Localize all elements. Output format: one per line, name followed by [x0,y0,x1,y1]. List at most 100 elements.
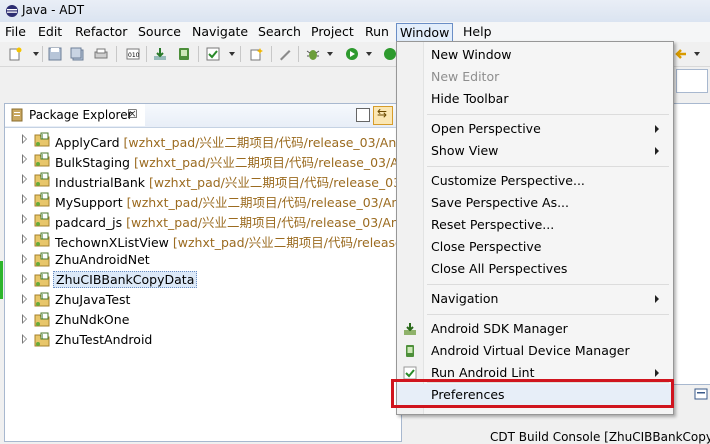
debug-dropdown-arrow[interactable] [327,52,333,56]
project-name: IndustrialBank [wzhxt_pad/兴业二期项目/代码/rele… [55,172,419,191]
tree-row-project[interactable]: J MySupport [wzhxt_pad/兴业二期项目/代码/release_… [5,190,420,210]
menu-refactor[interactable]: Refactor [72,22,130,41]
window-menu-dropdown: New Window New Editor Hide Toolbar Open … [396,41,674,415]
menu-help[interactable]: Help [460,22,495,41]
android-device-icon[interactable] [177,47,191,61]
outline-panel [672,103,710,385]
menu-window[interactable]: Window [396,23,454,42]
project-name-text: ZhuJavaTest [55,292,131,307]
project-name-text: padcard_js [55,215,123,230]
toolbar-separator [298,46,299,62]
toolbar-separator [146,46,147,62]
console-view-icon[interactable] [694,387,708,401]
run-icon[interactable] [345,47,359,61]
menu-item-close-all-perspectives[interactable]: Close All Perspectives [397,258,673,280]
navigate-back-icon[interactable] [674,47,688,61]
project-name: ZhuCIBBankCopyData [53,271,198,288]
menu-item-android-sdk-manager[interactable]: Android SDK Manager [397,318,673,340]
submenu-arrow-icon [655,125,659,133]
package-explorer-icon [11,108,23,122]
back-dropdown-arrow[interactable] [694,52,700,56]
project-name-text: TechownXListView [55,235,169,250]
new-wizard-icon[interactable] [250,47,264,61]
menu-item-label: Reset Perspective... [431,217,555,232]
project-name-text: ZhuAndroidNet [55,252,150,267]
pen-icon[interactable] [278,47,292,61]
menu-edit[interactable]: Edit [35,22,65,41]
expand-arrow-icon[interactable] [22,134,27,144]
svg-text:J: J [41,134,43,140]
menu-search[interactable]: Search [255,22,304,41]
download-icon[interactable] [153,47,167,61]
print-icon[interactable] [94,47,108,61]
menu-navigate[interactable]: Navigate [189,22,251,41]
minimize-button[interactable] [356,108,370,122]
tree-row-project[interactable]: J TechownXListView [wzhxt_pad/兴业二期项目/代码/r… [5,230,417,250]
menu-item-open-perspective[interactable]: Open Perspective [397,118,673,140]
menu-item-customize-perspective[interactable]: Customize Perspective... [397,170,673,192]
menu-file[interactable]: File [2,22,29,41]
expand-arrow-icon[interactable] [22,274,27,284]
menu-source[interactable]: Source [135,22,184,41]
tree-row-project[interactable]: J ZhuTestAndroid [5,330,401,350]
expand-arrow-icon[interactable] [22,254,27,264]
expand-arrow-icon[interactable] [22,174,27,184]
tree-row-project[interactable]: J ApplyCard [wzhxt_pad/兴业二期项目/代码/release_… [5,130,417,150]
console-tab-label[interactable]: CDT Build Console [ZhuCIBBankCopy [490,430,710,444]
new-dropdown-arrow[interactable] [33,52,39,56]
expand-arrow-icon[interactable] [22,194,27,204]
menu-item-navigation[interactable]: Navigation [397,288,673,310]
save-all-icon[interactable] [70,47,84,61]
quick-access-field[interactable] [676,69,708,93]
menu-item-new-window[interactable]: New Window [397,44,673,66]
tree-row-project[interactable]: J IndustrialBank [wzhxt_pad/兴业二期项目/代码/rel… [5,170,419,190]
project-name-text: ZhuTestAndroid [55,332,153,347]
expand-arrow-icon[interactable] [22,294,27,304]
menu-item-label: Save Perspective As... [431,195,570,210]
menu-item-reset-perspective[interactable]: Reset Perspective... [397,214,673,236]
link-with-editor-button[interactable]: ⇆ [373,106,393,125]
menu-item-label: Android Virtual Device Manager [431,343,630,358]
binary-icon[interactable]: 010 [126,47,140,61]
project-name-text: ZhuNdkOne [55,312,130,327]
change-marker [0,261,3,299]
menu-item-close-perspective[interactable]: Close Perspective [397,236,673,258]
menu-item-label: Run Android Lint [431,365,535,380]
android-project-icon: J [34,252,50,267]
checkbox-dropdown-arrow[interactable] [229,52,235,56]
menu-item-show-view[interactable]: Show View [397,140,673,162]
expand-arrow-icon[interactable] [22,154,27,164]
package-explorer-tab[interactable]: Package Explorer ☒ [5,104,145,126]
svg-text:J: J [41,314,43,320]
menu-run[interactable]: Run [362,22,392,41]
new-icon[interactable] [8,47,22,61]
menu-project[interactable]: Project [308,22,357,41]
project-repo-path: [wzhxt_pad/兴业二期项目/代码/release_0 [172,235,417,250]
lint-check-icon [403,366,417,380]
menu-item-avd-manager[interactable]: Android Virtual Device Manager [397,340,673,362]
tree-row-project[interactable]: J ZhuAndroidNet [5,250,401,270]
checkbox-icon[interactable] [206,47,220,61]
android-project-icon: J [34,312,50,327]
debug-icon[interactable] [306,47,320,61]
save-icon[interactable] [48,47,62,61]
close-tab-icon[interactable]: ☒ [127,107,138,121]
svg-text:J: J [41,294,43,300]
menu-item-new-editor: New Editor [397,66,673,88]
tree-row-project[interactable]: J ZhuCIBBankCopyData [5,270,401,290]
expand-arrow-icon[interactable] [22,334,27,344]
project-name: ZhuJavaTest [55,292,130,307]
expand-arrow-icon[interactable] [22,214,27,224]
tree-row-project[interactable]: Jpadcard_js [wzhxt_pad/兴业二期项目/代码/release… [5,210,419,230]
android-project-icon: J [34,232,50,247]
menu-item-save-perspective-as[interactable]: Save Perspective As... [397,192,673,214]
external-tools-icon[interactable] [383,47,397,61]
menu-item-label: Close Perspective [431,239,542,254]
expand-arrow-icon[interactable] [22,314,27,324]
tree-row-project[interactable]: J BulkStaging [wzhxt_pad/兴业二期项目/代码/releas… [5,150,420,170]
menu-item-hide-toolbar[interactable]: Hide Toolbar [397,88,673,110]
expand-arrow-icon[interactable] [22,234,27,244]
tree-row-project[interactable]: J ZhuNdkOne [5,310,401,330]
run-dropdown-arrow[interactable] [366,52,372,56]
tree-row-project[interactable]: J ZhuJavaTest [5,290,401,310]
